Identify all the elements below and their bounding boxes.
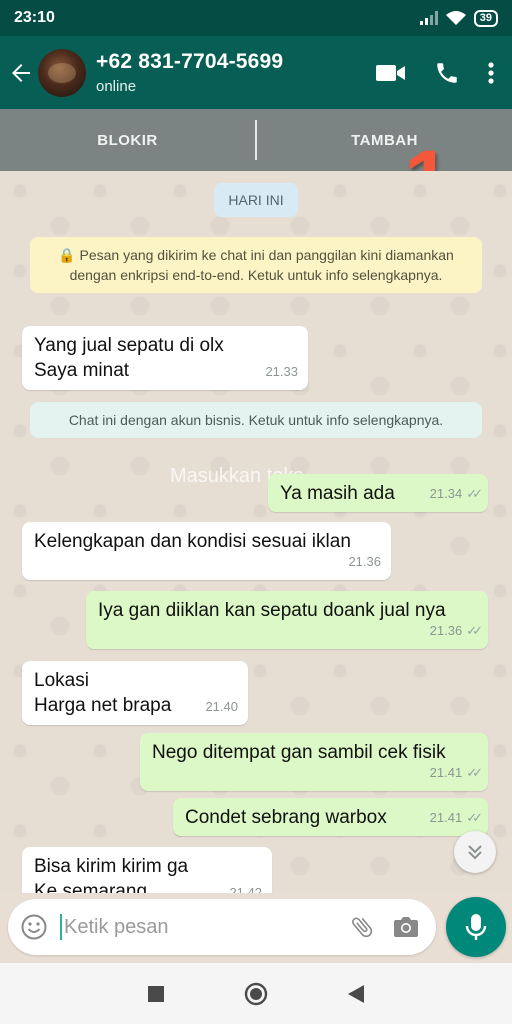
more-options-icon[interactable] <box>488 61 494 84</box>
home-icon[interactable] <box>244 982 268 1006</box>
contact-status: online <box>96 78 137 95</box>
status-bar: 23:10 39 <box>0 0 512 36</box>
message-bubble[interactable]: Yang jual sepatu di olx Saya minat 21.33 <box>22 326 308 390</box>
message-input-container <box>8 899 436 955</box>
double-chevron-down-icon <box>468 845 482 860</box>
block-button[interactable]: BLOKIR <box>0 132 255 149</box>
message-meta: 21.41 ✓✓ <box>429 805 483 830</box>
status-icons: 39 <box>419 9 498 27</box>
contact-info[interactable]: +62 831-7704-5699 online <box>96 50 376 95</box>
message-meta: 21.34 ✓✓ <box>429 481 483 506</box>
scroll-to-bottom-button[interactable] <box>454 831 496 873</box>
signal-icon <box>419 11 438 25</box>
message-bubble[interactable]: Bisa kirim kirim ga Ke semarang 21.42 <box>22 847 272 893</box>
video-call-icon[interactable] <box>376 63 406 83</box>
message-meta: 21.36 ✓✓ <box>429 618 483 643</box>
message-time: 21.42 <box>229 885 262 893</box>
message-meta: 21.33 <box>265 359 298 384</box>
message-time: 21.40 <box>205 699 238 714</box>
message-meta: 21.40 <box>205 694 238 719</box>
message-bubble[interactable]: Nego ditempat gan sambil cek fisik 21.41… <box>140 733 488 791</box>
back-button[interactable] <box>4 36 38 109</box>
message-time: 21.36 <box>429 623 463 638</box>
encryption-notice[interactable]: 🔒 Pesan yang dikirim ke chat ini dan pan… <box>30 237 482 293</box>
read-ticks-icon: ✓✓ <box>466 765 483 780</box>
paperclip-icon <box>351 917 373 938</box>
emoji-icon <box>21 914 47 940</box>
voice-message-button[interactable] <box>446 897 506 957</box>
recents-icon[interactable] <box>148 985 164 1002</box>
message-bubble[interactable]: Lokasi Harga net brapa 21.40 <box>22 661 248 725</box>
message-time: 21.36 <box>348 554 381 569</box>
chat-header: +62 831-7704-5699 online <box>0 36 512 109</box>
back-arrow-icon <box>12 63 30 82</box>
message-text: Bisa kirim kirim ga Ke semarang <box>34 856 189 893</box>
message-input[interactable] <box>64 915 340 939</box>
message-bubble[interactable]: Kelengkapan dan kondisi sesuai iklan 21.… <box>22 522 391 580</box>
message-time: 21.33 <box>265 364 298 379</box>
system-nav-bar <box>0 963 512 1024</box>
message-time: 21.34 <box>429 486 463 501</box>
chat-area[interactable]: HARI INI 🔒 Pesan yang dikirim ke chat in… <box>0 171 512 893</box>
microphone-icon <box>465 914 487 940</box>
message-bubble[interactable]: Ya masih ada 21.34 ✓✓ <box>268 474 488 512</box>
message-meta: 21.41 ✓✓ <box>429 760 483 785</box>
message-time: 21.41 <box>429 810 463 825</box>
date-chip: HARI INI <box>214 183 298 217</box>
attach-button[interactable] <box>340 914 384 940</box>
camera-icon <box>394 917 418 937</box>
text-cursor <box>60 914 62 940</box>
message-bubble[interactable]: Condet sebrang warbox 21.41 ✓✓ <box>173 798 488 836</box>
back-nav-icon[interactable] <box>348 984 364 1003</box>
message-text: Yang jual sepatu di olx Saya minat <box>34 335 224 381</box>
read-ticks-icon: ✓✓ <box>466 810 483 825</box>
message-text: Iya gan diiklan kan sepatu doank jual ny… <box>98 600 446 621</box>
message-meta: 21.36 <box>348 549 381 574</box>
business-notice[interactable]: Chat ini dengan akun bisnis. Ketuk untuk… <box>30 402 482 438</box>
message-composer <box>0 893 512 963</box>
message-time: 21.41 <box>429 765 463 780</box>
contact-avatar[interactable] <box>38 48 86 97</box>
camera-button[interactable] <box>384 915 428 939</box>
add-contact-button[interactable]: TAMBAH <box>257 132 512 149</box>
voice-call-icon[interactable] <box>434 60 460 86</box>
battery-icon: 39 <box>473 9 498 27</box>
read-ticks-icon: ✓✓ <box>466 623 483 638</box>
message-text: Kelengkapan dan kondisi sesuai iklan <box>34 531 351 552</box>
emoji-button[interactable] <box>8 914 60 940</box>
wifi-icon <box>445 10 466 25</box>
contact-name: +62 831-7704-5699 <box>96 50 284 73</box>
read-ticks-icon: ✓✓ <box>466 486 483 501</box>
message-bubble[interactable]: Iya gan diiklan kan sepatu doank jual ny… <box>86 591 488 649</box>
header-actions <box>376 60 494 86</box>
status-time: 23:10 <box>14 9 55 26</box>
message-meta: 21.42 <box>229 880 262 893</box>
